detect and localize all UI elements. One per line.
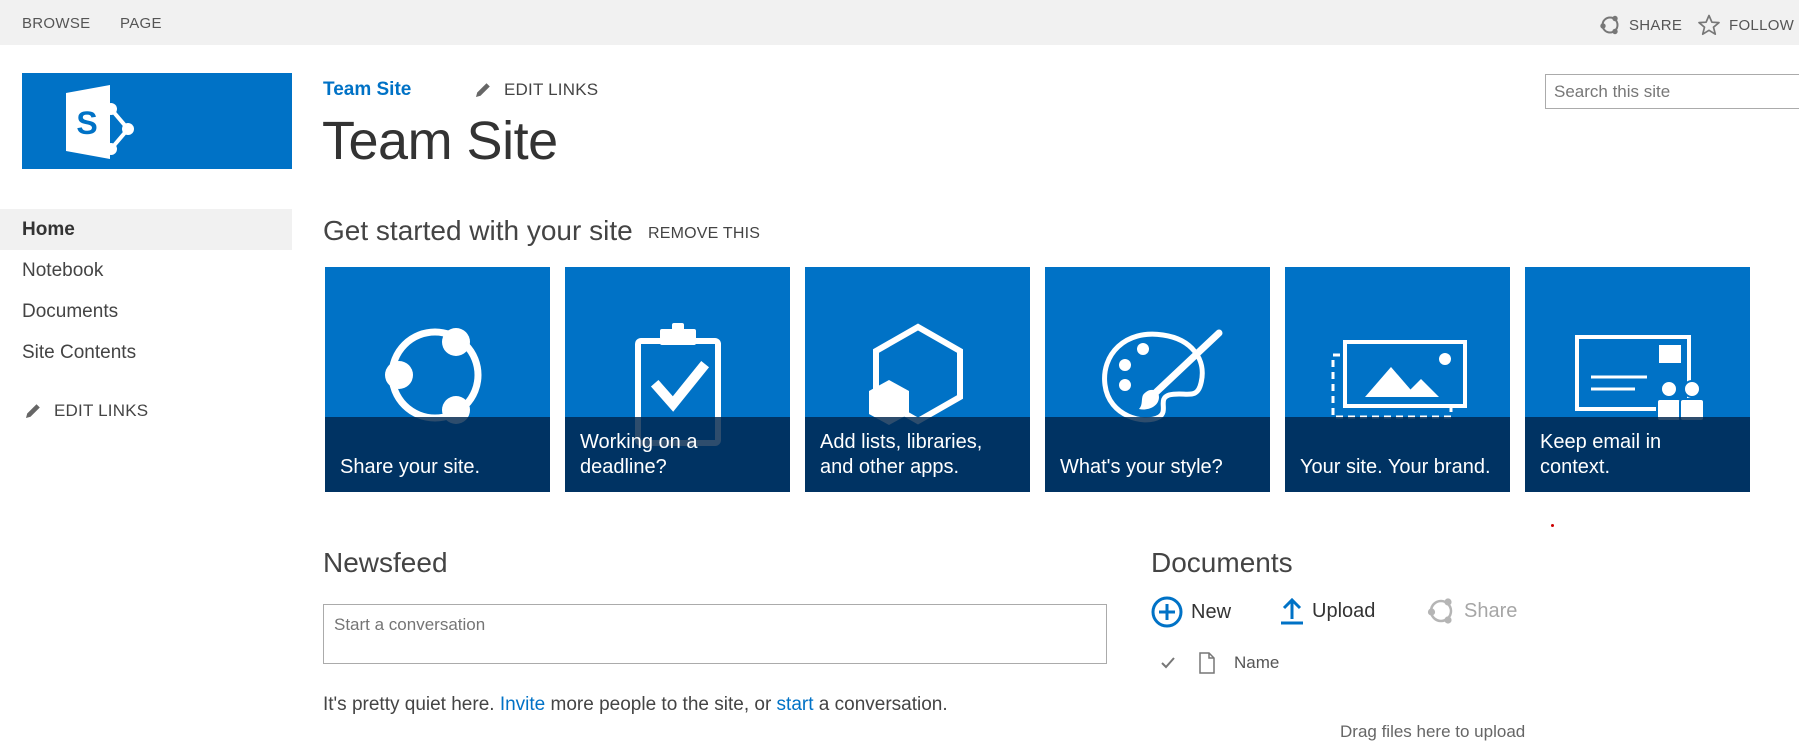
quick-launch-nav: Home Notebook Documents Site Contents — [0, 209, 292, 373]
get-started-heading: Get started with your site — [323, 215, 633, 246]
site-logo[interactable]: S — [22, 73, 292, 169]
pencil-icon — [476, 83, 490, 97]
documents-heading: Documents — [1151, 547, 1293, 578]
start-conversation-input[interactable] — [323, 604, 1107, 664]
tile-your-site-your-brand[interactable]: Your site. Your brand. — [1285, 267, 1510, 492]
tile-working-on-deadline[interactable]: Working on a deadline? — [565, 267, 790, 492]
documents-column-header: Name — [1160, 652, 1279, 674]
upload-button[interactable]: Upload — [1280, 596, 1375, 626]
share-button[interactable]: SHARE — [1599, 14, 1682, 36]
tile-label: Add lists, libraries, and other apps. — [820, 431, 983, 478]
column-name[interactable]: Name — [1234, 653, 1279, 673]
sharepoint-logo-icon: S — [66, 85, 134, 159]
newsfeed-empty-message: It's pretty quiet here. Invite more peop… — [323, 694, 948, 715]
upload-label: Upload — [1312, 599, 1376, 622]
star-icon — [1698, 14, 1720, 36]
newsfeed-heading: Newsfeed — [323, 547, 448, 578]
new-document-button[interactable]: New — [1151, 596, 1231, 628]
checkmark-icon[interactable] — [1160, 655, 1176, 671]
nav-item-site-contents[interactable]: Site Contents — [0, 332, 292, 373]
tile-keep-email-in-context[interactable]: Keep email in context. — [1525, 267, 1750, 492]
suite-bar: BROWSE PAGE SHARE FOLLOW — [0, 0, 1799, 45]
svg-text:S: S — [76, 105, 97, 141]
tab-page[interactable]: PAGE — [120, 15, 162, 32]
tile-label: What's your style? — [1060, 456, 1223, 478]
page-title: Team Site — [322, 111, 558, 171]
stray-dot — [1551, 524, 1554, 527]
share-label: Share — [1464, 599, 1518, 622]
share-label: SHARE — [1629, 16, 1683, 34]
share-document-button[interactable]: Share — [1426, 596, 1517, 626]
tile-label: Working on a deadline? — [580, 431, 698, 478]
tile-label: Share your site. — [340, 456, 481, 478]
share-icon — [1427, 598, 1453, 624]
pencil-icon — [26, 404, 40, 418]
nav-item-home[interactable]: Home — [0, 209, 292, 250]
remove-this-link[interactable]: REMOVE THIS — [648, 225, 760, 243]
edit-links-top[interactable]: EDIT LINKS — [474, 80, 598, 100]
plus-circle-icon — [1151, 596, 1183, 628]
invite-link[interactable]: Invite — [500, 694, 545, 715]
edit-links-nav[interactable]: EDIT LINKS — [24, 401, 148, 421]
edit-links-label: EDIT LINKS — [504, 80, 599, 99]
tile-whats-your-style[interactable]: What's your style? — [1045, 267, 1270, 492]
follow-label: FOLLOW — [1729, 16, 1795, 34]
tab-browse[interactable]: BROWSE — [22, 15, 90, 32]
share-icon — [1600, 15, 1619, 35]
start-link[interactable]: start — [777, 694, 814, 715]
search-input[interactable] — [1545, 74, 1799, 109]
follow-button[interactable]: FOLLOW — [1697, 14, 1794, 36]
upload-icon — [1281, 597, 1303, 625]
nav-item-notebook[interactable]: Notebook — [0, 250, 292, 291]
new-label: New — [1191, 600, 1232, 623]
nav-item-documents[interactable]: Documents — [0, 291, 292, 332]
tile-share-your-site[interactable]: Share your site. — [325, 267, 550, 492]
site-link-team-site[interactable]: Team Site — [323, 79, 411, 101]
edit-links-label: EDIT LINKS — [54, 401, 149, 420]
tile-label: Keep email in context. — [1540, 431, 1662, 478]
tile-add-lists-libraries[interactable]: Add lists, libraries, and other apps. — [805, 267, 1030, 492]
tile-label: Your site. Your brand. — [1300, 456, 1491, 478]
document-icon — [1199, 652, 1215, 674]
drag-files-hint: Drag files here to upload — [1340, 722, 1526, 741]
